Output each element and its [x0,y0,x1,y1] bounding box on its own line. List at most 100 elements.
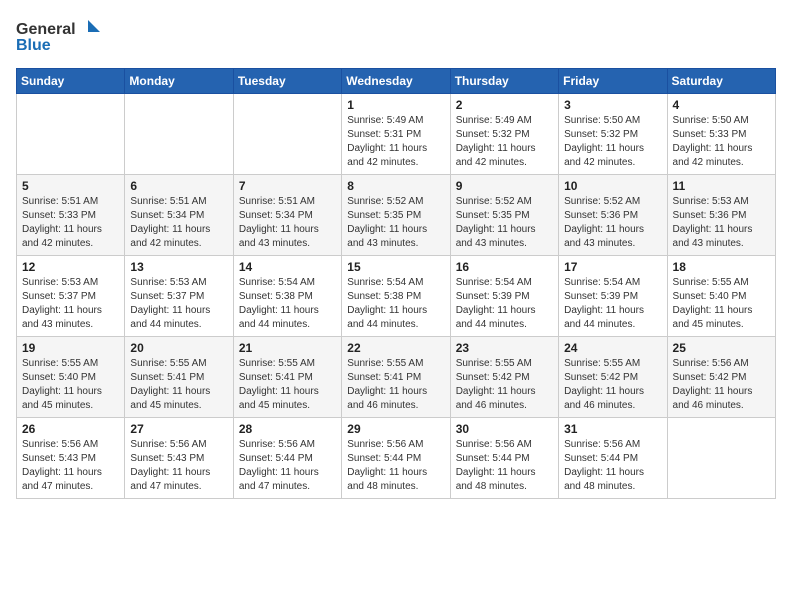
calendar-cell: 31 Sunrise: 5:56 AMSunset: 5:44 PMDayligh… [559,418,667,499]
day-number: 17 [564,260,661,274]
day-info: Sunrise: 5:51 AMSunset: 5:34 PMDaylight:… [130,195,227,251]
calendar-cell: 26Sunrise: 5:56 AMSunset: 5:43 PMDayligh… [17,418,125,499]
day-info: Sunrise: 5:55 AMSunset: 5:42 PMDaylight:… [456,357,553,413]
calendar-cell: 9Sunrise: 5:52 AMSunset: 5:35 PMDaylight… [450,175,558,256]
calendar-cell: 17 Sunrise: 5:54 AMSunset: 5:39 PMDayligh… [559,256,667,337]
day-info: Sunrise: 5:56 AMSunset: 5:44 PMDaylight:… [239,438,336,494]
calendar-cell: 11 Sunrise: 5:53 AMSunset: 5:36 PMDayligh… [667,175,775,256]
calendar-cell: 21 Sunrise: 5:55 AMSunset: 5:41 PMDayligh… [233,337,341,418]
week-row-3: 12 Sunrise: 5:53 AMSunset: 5:37 PMDayligh… [17,256,776,337]
day-info: Sunrise: 5:51 AMSunset: 5:34 PMDaylight:… [239,195,336,251]
day-info: Sunrise: 5:53 AMSunset: 5:36 PMDaylight:… [673,195,770,251]
day-info: Sunrise: 5:56 AMSunset: 5:44 PMDaylight:… [347,438,444,494]
calendar-cell [667,418,775,499]
day-info: Sunrise: 5:49 AMSunset: 5:31 PMDaylight:… [347,114,444,170]
calendar-cell: 19 Sunrise: 5:55 AMSunset: 5:40 PMDayligh… [17,337,125,418]
day-info: Sunrise: 5:49 AMSunset: 5:32 PMDaylight:… [456,114,553,170]
day-number: 18 [673,260,770,274]
calendar-cell: 13 Sunrise: 5:53 AMSunset: 5:37 PMDayligh… [125,256,233,337]
calendar-cell: 7 Sunrise: 5:51 AMSunset: 5:34 PMDaylight… [233,175,341,256]
header: GeneralBlue [16,16,776,56]
week-row-2: 5Sunrise: 5:51 AMSunset: 5:33 PMDaylight… [17,175,776,256]
weekday-header-row: SundayMondayTuesdayWednesdayThursdayFrid… [17,69,776,94]
svg-text:Blue: Blue [16,37,51,54]
day-number: 7 [239,179,336,193]
calendar-cell: 15Sunrise: 5:54 AMSunset: 5:38 PMDayligh… [342,256,450,337]
logo-svg: GeneralBlue [16,16,106,56]
day-number: 11 [673,179,770,193]
calendar-cell: 24Sunrise: 5:55 AMSunset: 5:42 PMDayligh… [559,337,667,418]
weekday-header-monday: Monday [125,69,233,94]
day-info: Sunrise: 5:55 AMSunset: 5:40 PMDaylight:… [22,357,119,413]
day-number: 27 [130,422,227,436]
day-info: Sunrise: 5:55 AMSunset: 5:40 PMDaylight:… [673,276,770,332]
day-number: 19 [22,341,119,355]
calendar-cell: 28 Sunrise: 5:56 AMSunset: 5:44 PMDayligh… [233,418,341,499]
day-info: Sunrise: 5:54 AMSunset: 5:38 PMDaylight:… [239,276,336,332]
day-number: 29 [347,422,444,436]
calendar-cell: 8 Sunrise: 5:52 AMSunset: 5:35 PMDaylight… [342,175,450,256]
day-info: Sunrise: 5:56 AMSunset: 5:43 PMDaylight:… [130,438,227,494]
day-info: Sunrise: 5:54 AMSunset: 5:39 PMDaylight:… [564,276,661,332]
day-info: Sunrise: 5:53 AMSunset: 5:37 PMDaylight:… [22,276,119,332]
weekday-header-wednesday: Wednesday [342,69,450,94]
calendar-cell: 6Sunrise: 5:51 AMSunset: 5:34 PMDaylight… [125,175,233,256]
calendar-cell: 14Sunrise: 5:54 AMSunset: 5:38 PMDayligh… [233,256,341,337]
day-number: 13 [130,260,227,274]
calendar-cell: 27 Sunrise: 5:56 AMSunset: 5:43 PMDayligh… [125,418,233,499]
calendar-table: SundayMondayTuesdayWednesdayThursdayFrid… [16,68,776,499]
calendar-cell: 23 Sunrise: 5:55 AMSunset: 5:42 PMDayligh… [450,337,558,418]
day-info: Sunrise: 5:54 AMSunset: 5:39 PMDaylight:… [456,276,553,332]
calendar-cell: 22Sunrise: 5:55 AMSunset: 5:41 PMDayligh… [342,337,450,418]
logo: GeneralBlue [16,16,106,56]
day-number: 2 [456,98,553,112]
calendar-cell: 25 Sunrise: 5:56 AMSunset: 5:42 PMDayligh… [667,337,775,418]
day-number: 23 [456,341,553,355]
day-number: 28 [239,422,336,436]
day-info: Sunrise: 5:56 AMSunset: 5:42 PMDaylight:… [673,357,770,413]
day-number: 26 [22,422,119,436]
day-number: 20 [130,341,227,355]
svg-text:General: General [16,21,76,38]
day-number: 8 [347,179,444,193]
day-info: Sunrise: 5:56 AMSunset: 5:44 PMDaylight:… [456,438,553,494]
day-number: 1 [347,98,444,112]
day-info: Sunrise: 5:55 AMSunset: 5:41 PMDaylight:… [239,357,336,413]
weekday-header-sunday: Sunday [17,69,125,94]
calendar-cell: 5Sunrise: 5:51 AMSunset: 5:33 PMDaylight… [17,175,125,256]
day-info: Sunrise: 5:51 AMSunset: 5:33 PMDaylight:… [22,195,119,251]
day-info: Sunrise: 5:55 AMSunset: 5:41 PMDaylight:… [130,357,227,413]
day-number: 21 [239,341,336,355]
day-info: Sunrise: 5:55 AMSunset: 5:41 PMDaylight:… [347,357,444,413]
calendar-cell [125,94,233,175]
day-number: 30 [456,422,553,436]
calendar-cell: 12 Sunrise: 5:53 AMSunset: 5:37 PMDayligh… [17,256,125,337]
calendar-cell: 20 Sunrise: 5:55 AMSunset: 5:41 PMDayligh… [125,337,233,418]
calendar-cell: 16 Sunrise: 5:54 AMSunset: 5:39 PMDayligh… [450,256,558,337]
day-info: Sunrise: 5:55 AMSunset: 5:42 PMDaylight:… [564,357,661,413]
weekday-header-saturday: Saturday [667,69,775,94]
day-info: Sunrise: 5:52 AMSunset: 5:36 PMDaylight:… [564,195,661,251]
calendar-cell: 29 Sunrise: 5:56 AMSunset: 5:44 PMDayligh… [342,418,450,499]
day-number: 31 [564,422,661,436]
weekday-header-thursday: Thursday [450,69,558,94]
week-row-4: 19 Sunrise: 5:55 AMSunset: 5:40 PMDayligh… [17,337,776,418]
weekday-header-tuesday: Tuesday [233,69,341,94]
calendar-cell: 10 Sunrise: 5:52 AMSunset: 5:36 PMDayligh… [559,175,667,256]
day-number: 16 [456,260,553,274]
day-number: 10 [564,179,661,193]
calendar-cell: 3Sunrise: 5:50 AMSunset: 5:32 PMDaylight… [559,94,667,175]
calendar-cell: 2 Sunrise: 5:49 AMSunset: 5:32 PMDaylight… [450,94,558,175]
calendar-cell [233,94,341,175]
day-number: 12 [22,260,119,274]
day-number: 4 [673,98,770,112]
calendar-cell [17,94,125,175]
week-row-1: 1 Sunrise: 5:49 AMSunset: 5:31 PMDaylight… [17,94,776,175]
day-number: 25 [673,341,770,355]
calendar-cell: 18 Sunrise: 5:55 AMSunset: 5:40 PMDayligh… [667,256,775,337]
day-info: Sunrise: 5:53 AMSunset: 5:37 PMDaylight:… [130,276,227,332]
calendar-cell: 30 Sunrise: 5:56 AMSunset: 5:44 PMDayligh… [450,418,558,499]
day-info: Sunrise: 5:56 AMSunset: 5:44 PMDaylight:… [564,438,661,494]
day-info: Sunrise: 5:52 AMSunset: 5:35 PMDaylight:… [347,195,444,251]
weekday-header-friday: Friday [559,69,667,94]
